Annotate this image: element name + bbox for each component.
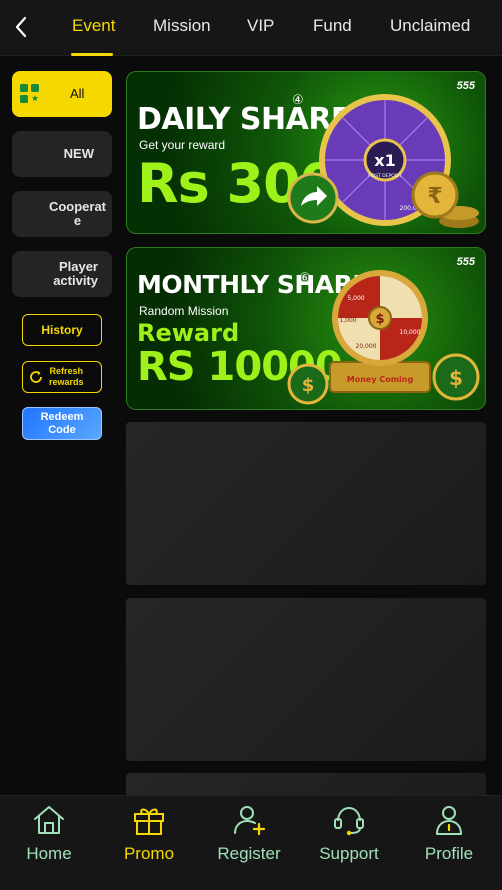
svg-text:$: $ (302, 375, 315, 396)
banner-badge: ⑥ (299, 270, 311, 285)
refresh-rewards-button[interactable]: Refresh rewards (22, 361, 102, 393)
nav-label: Home (26, 844, 72, 863)
wheel-value-1000: 1,000 (339, 317, 356, 324)
brand-logo: 555 (456, 256, 475, 268)
home-icon (34, 806, 64, 834)
top-bar: Event Mission VIP Fund Unclaimed (0, 0, 502, 56)
grid-icon (20, 84, 39, 103)
monthly-sharing-banner[interactable]: MONTHLY SHARING ⑥ Random Mission Reward … (126, 247, 486, 410)
nav-promo[interactable]: Promo (104, 804, 194, 864)
svg-text:$: $ (449, 366, 463, 390)
money-coming-sign: Money Coming (347, 375, 414, 384)
redeem-code-label: Redeem Code (40, 410, 84, 436)
back-button[interactable] (10, 14, 32, 40)
banner-subtitle: Get your reward (139, 138, 226, 152)
brand-logo: 555 (456, 80, 475, 92)
refresh-icon (30, 371, 42, 383)
sidebar-item-label: NEW (63, 146, 94, 161)
active-tab-indicator (71, 53, 113, 56)
wheel-center-sub: FIRST DEPOSIT (368, 173, 402, 179)
banner-badge: ④ (292, 92, 304, 107)
banner-subtitle: Random Mission (139, 304, 229, 318)
bottom-nav: Home Promo Register Support Profile (0, 795, 502, 890)
sidebar-item-all[interactable]: All (12, 71, 112, 117)
sidebar-item-label: Cooperat e (48, 199, 106, 228)
sidebar-item-label: Player activity (53, 259, 98, 288)
tab-mission[interactable]: Mission (153, 16, 211, 36)
nav-label: Register (217, 844, 281, 863)
share-arrow-icon (287, 172, 339, 224)
nav-home[interactable]: Home (4, 804, 94, 864)
banner-reward-label: Reward (137, 319, 240, 347)
nav-label: Profile (424, 844, 474, 863)
banner-placeholder (126, 422, 486, 585)
nav-label: Promo (123, 844, 175, 863)
nav-support[interactable]: Support (304, 804, 394, 864)
gift-icon (134, 808, 164, 835)
sidebar-item-cooperate[interactable]: Cooperat e (12, 191, 112, 237)
chevron-left-icon (15, 16, 27, 38)
money-wheel-icon: $ 5,000 1,000 10,000 20,000 Money Coming (329, 270, 431, 393)
nav-label: Support (319, 844, 379, 863)
chip-icon: $ (287, 363, 329, 405)
headset-icon (334, 806, 364, 836)
tab-event[interactable]: Event (72, 16, 115, 36)
svg-text:$: $ (375, 312, 384, 327)
tab-unclaimed[interactable]: Unclaimed (390, 16, 470, 36)
coin-stack-icon: ₹ (411, 171, 479, 228)
tab-vip[interactable]: VIP (247, 16, 274, 36)
svg-text:₹: ₹ (427, 184, 442, 209)
sidebar-item-label: All (70, 86, 85, 101)
user-icon (436, 806, 462, 835)
nav-register[interactable]: Register (204, 804, 294, 864)
add-user-icon (234, 806, 266, 836)
banner-placeholder (126, 598, 486, 761)
refresh-rewards-label: Refresh rewards (49, 366, 84, 387)
tab-fund[interactable]: Fund (313, 16, 352, 36)
sidebar-item-player-activity[interactable]: Player activity (12, 251, 112, 297)
wheel-value-5000: 5,000 (347, 295, 364, 302)
wheel-value-10000: 10,000 (400, 329, 421, 336)
redeem-code-button[interactable]: Redeem Code (22, 407, 102, 440)
wheel-center-text: x1 (374, 151, 395, 170)
history-button[interactable]: History (22, 314, 102, 346)
daily-share-banner[interactable]: DAILY SHARE ④ Get your reward Rs 300 555… (126, 71, 486, 234)
chip-icon: $ (432, 353, 480, 401)
nav-profile[interactable]: Profile (404, 804, 494, 864)
sidebar-item-new[interactable]: NEW (12, 131, 112, 177)
wheel-value-20000: 20,000 (356, 343, 377, 350)
